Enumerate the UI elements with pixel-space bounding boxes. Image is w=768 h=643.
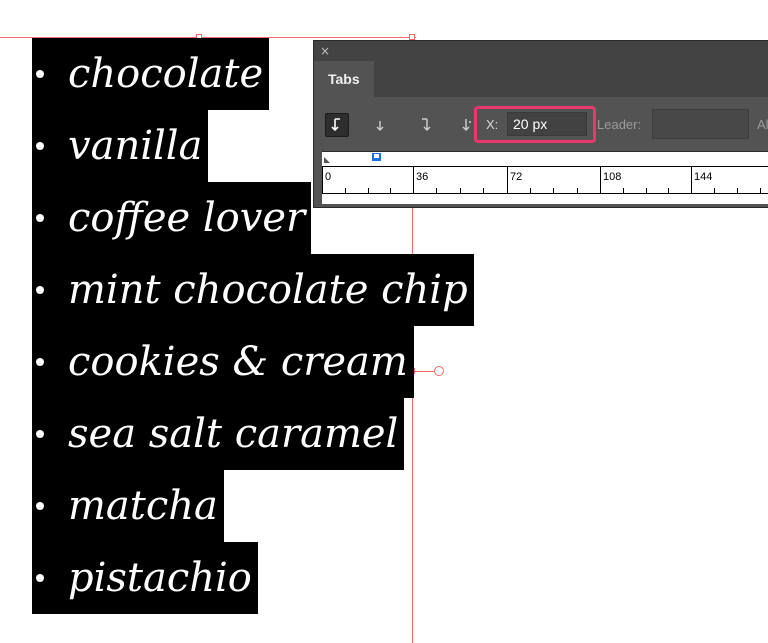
x-position-input[interactable]: 20 px	[507, 112, 587, 136]
bullet-icon	[36, 358, 44, 366]
decimal-tab-icon	[462, 119, 471, 131]
ruler-label: 144	[694, 171, 713, 183]
ruler-label: 0	[325, 171, 332, 183]
bullet-icon	[36, 70, 44, 78]
align-on-label: Al	[757, 117, 768, 132]
center-tab-icon	[376, 121, 384, 131]
tab-stop-strip[interactable]	[322, 152, 768, 167]
ruler-minor-tick	[530, 188, 531, 193]
ruler-minor-tick	[577, 188, 578, 193]
tab-stop-marker-icon[interactable]	[372, 153, 381, 161]
ruler-label: 36	[416, 171, 429, 183]
close-icon[interactable]: ×	[320, 43, 330, 59]
panel-titlebar[interactable]: ×	[314, 41, 768, 61]
ruler-minor-tick	[623, 188, 624, 193]
ruler-major-tick	[600, 167, 601, 193]
center-justified-tab-button[interactable]	[368, 113, 392, 137]
right-justified-tab-button[interactable]	[413, 113, 437, 137]
ruler-major-tick	[322, 167, 323, 193]
ruler-minor-tick	[345, 188, 346, 193]
ruler-minor-tick	[368, 188, 369, 193]
bullet-icon	[36, 502, 44, 510]
list-item-text: matcha	[68, 483, 218, 529]
list-item[interactable]: pistachio	[32, 542, 474, 614]
list-item-text: vanilla	[68, 123, 203, 169]
leader-input[interactable]	[652, 109, 749, 139]
ruler-minor-tick	[646, 188, 647, 193]
ruler-minor-tick	[483, 188, 484, 193]
ruler-label: 108	[603, 171, 622, 183]
ruler-minor-tick	[436, 188, 437, 193]
list-item-text: chocolate	[68, 51, 264, 97]
bullet-icon	[36, 214, 44, 222]
ruler-baseline	[322, 193, 768, 194]
left-justified-tab-button[interactable]	[325, 113, 349, 137]
right-tab-icon	[422, 118, 431, 131]
list-item[interactable]: cookies & cream	[32, 326, 474, 398]
bullet-icon	[36, 430, 44, 438]
list-item-text: cookies & cream	[68, 339, 408, 385]
tab-ruler[interactable]: 0 36 72 108 144	[322, 151, 768, 204]
indent-marker-icon[interactable]	[324, 157, 330, 163]
list-item-text: mint chocolate chip	[68, 267, 468, 313]
list-item[interactable]: sea salt caramel	[32, 398, 474, 470]
ruler-minor-tick	[668, 188, 669, 193]
tabs-panel: × Tabs X: 20 px Leader: Al 0 36 72 108 1…	[313, 40, 768, 208]
ruler-minor-tick	[737, 188, 738, 193]
tab-tabs[interactable]: Tabs	[314, 61, 374, 97]
ruler-minor-tick	[760, 188, 761, 193]
ruler-major-tick	[413, 167, 414, 193]
ruler-major-tick	[507, 167, 508, 193]
ruler-label: 72	[510, 171, 523, 183]
leader-label: Leader:	[597, 117, 642, 132]
list-item-text: coffee lover	[68, 195, 306, 241]
ruler-minor-tick	[553, 188, 554, 193]
list-item[interactable]: mint chocolate chip	[32, 254, 474, 326]
bullet-icon	[36, 142, 44, 150]
tab-controls: X: 20 px Leader: Al	[314, 97, 768, 149]
list-item-text: pistachio	[68, 555, 252, 601]
bullet-icon	[36, 574, 44, 582]
panel-tab-row: Tabs	[314, 61, 768, 97]
ruler-minor-tick	[390, 188, 391, 193]
left-tab-icon	[331, 118, 340, 132]
ruler-major-tick	[691, 167, 692, 193]
ruler-minor-tick	[460, 188, 461, 193]
x-position-label: X:	[486, 117, 499, 132]
bullet-icon	[36, 286, 44, 294]
list-item[interactable]: matcha	[32, 470, 474, 542]
list-item-text: sea salt caramel	[68, 411, 399, 457]
ruler-minor-tick	[714, 188, 715, 193]
